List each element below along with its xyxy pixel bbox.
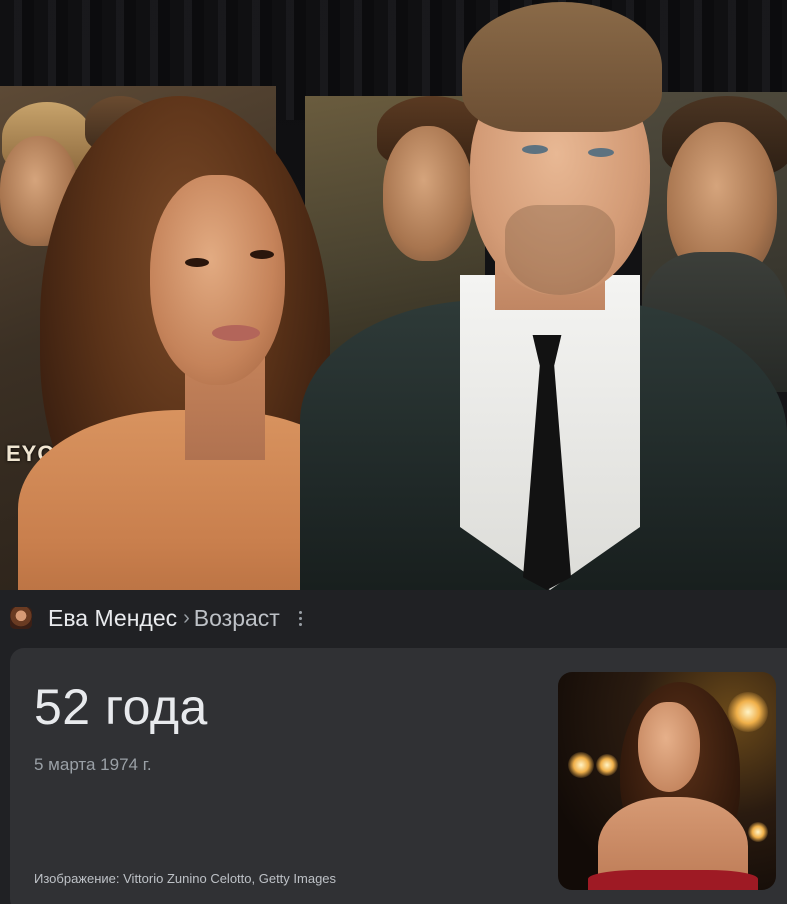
entity-photo[interactable] (558, 672, 776, 890)
search-result-page: EYO Ева Мендес › Возраст 52 года 5 марта… (0, 0, 787, 904)
man-hair (462, 2, 662, 132)
bokeh-light (728, 692, 768, 732)
more-vert-icon[interactable] (294, 607, 308, 629)
attribute-label: Возраст (193, 604, 280, 631)
entity-name-link[interactable]: Ева Мендес (48, 605, 177, 632)
hero-photo[interactable]: EYO (0, 0, 787, 590)
breadcrumb-separator: › (183, 606, 190, 629)
woman-eye-left (185, 258, 209, 267)
photo-face (638, 702, 700, 792)
image-credit: Изображение: Vittorio Zunino Celotto, Ge… (34, 871, 337, 886)
answer-card: 52 года 5 марта 1974 г. Изображение: Vit… (10, 648, 787, 904)
bokeh-light (596, 754, 618, 776)
person-thumbnail-icon[interactable] (10, 607, 32, 629)
man-beard (505, 205, 615, 295)
woman-eye-right (250, 250, 274, 259)
entity-breadcrumb: Ева Мендес › Возраст (0, 590, 787, 646)
poster-face (383, 126, 473, 261)
photo-red-dress (588, 870, 758, 890)
man-eye-right (588, 148, 614, 157)
birth-date: 5 марта 1974 г. (34, 755, 152, 774)
woman-lips (212, 325, 260, 341)
man-eye-left (522, 145, 548, 154)
age-value: 52 года (34, 679, 208, 735)
bokeh-light (748, 822, 768, 842)
woman-face (150, 175, 285, 385)
bokeh-light (568, 752, 594, 778)
